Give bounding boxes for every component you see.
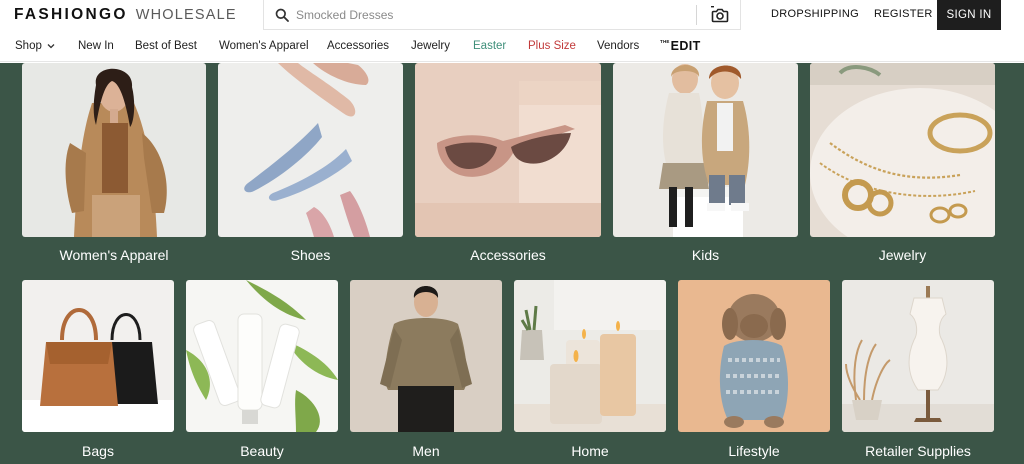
category-label[interactable]: Lifestyle xyxy=(678,443,830,459)
fashiongo-logo[interactable]: FASHIONGO WHOLESALE xyxy=(14,6,237,26)
nav-item-womens-apparel[interactable]: Women's Apparel xyxy=(219,40,309,52)
sign-in-button[interactable]: SIGN IN xyxy=(937,0,1001,30)
category-label[interactable]: Women's Apparel xyxy=(22,247,206,263)
category-tile-jewelry[interactable] xyxy=(810,63,995,237)
category-tile-shoes[interactable] xyxy=(218,63,403,237)
search-divider xyxy=(696,5,697,25)
nav-item-best-of-best[interactable]: Best of Best xyxy=(135,40,197,52)
accessories-image xyxy=(415,63,601,237)
category-tile-kids[interactable] xyxy=(613,63,798,237)
category-tile-retailer-supplies[interactable] xyxy=(842,280,994,432)
category-label[interactable]: Men xyxy=(350,443,502,459)
category-label[interactable]: Jewelry xyxy=(810,247,995,263)
category-tile-bags[interactable] xyxy=(22,280,174,432)
the-edit-word: EDIT xyxy=(670,39,701,53)
the-edit-small-text: THE xyxy=(660,39,670,44)
search-input[interactable] xyxy=(296,0,716,29)
nav-item-shop[interactable]: Shop xyxy=(15,40,55,52)
category-label[interactable]: Beauty xyxy=(186,443,338,459)
nav-item-easter[interactable]: Easter xyxy=(473,40,506,52)
category-tile-lifestyle[interactable] xyxy=(678,280,830,432)
nav-item-jewelry[interactable]: Jewelry xyxy=(411,40,450,52)
nav-item-vendors[interactable]: Vendors xyxy=(597,40,639,52)
retailer-supplies-image xyxy=(842,280,994,432)
category-label[interactable]: Home xyxy=(514,443,666,459)
category-grid: Women's Apparel Shoes Accessories Kids J… xyxy=(0,63,1024,464)
nav-item-plus-size[interactable]: Plus Size xyxy=(528,40,576,52)
bags-image xyxy=(22,280,174,432)
category-label[interactable]: Kids xyxy=(613,247,798,263)
chevron-down-icon xyxy=(47,44,55,49)
jewelry-image xyxy=(810,63,995,237)
category-tile-womens-apparel[interactable] xyxy=(22,63,206,237)
camera-search-icon[interactable] xyxy=(710,5,730,25)
search-icon[interactable] xyxy=(275,8,289,22)
search-bar xyxy=(263,0,741,30)
home-image xyxy=(514,280,666,432)
nav-item-the-edit[interactable]: THE EDIT xyxy=(660,39,701,53)
nav-item-accessories[interactable]: Accessories xyxy=(327,40,389,52)
category-label[interactable]: Retailer Supplies xyxy=(842,443,994,459)
category-label[interactable]: Shoes xyxy=(218,247,403,263)
category-tile-beauty[interactable] xyxy=(186,280,338,432)
lifestyle-image xyxy=(678,280,830,432)
kids-image xyxy=(613,63,798,237)
logo-sub-text: WHOLESALE xyxy=(135,7,237,23)
top-bar: FASHIONGO WHOLESALE DROPSHIPPING REGISTE… xyxy=(0,0,1024,32)
register-link[interactable]: REGISTER xyxy=(874,8,933,20)
main-nav: Shop New In Best of Best Women's Apparel… xyxy=(0,32,1024,62)
shoes-image xyxy=(218,63,403,237)
nav-item-new-in[interactable]: New In xyxy=(78,40,114,52)
womens-apparel-image xyxy=(22,63,206,237)
category-label[interactable]: Bags xyxy=(22,443,174,459)
category-tile-accessories[interactable] xyxy=(415,63,601,237)
category-tile-men[interactable] xyxy=(350,280,502,432)
category-tile-home[interactable] xyxy=(514,280,666,432)
men-image xyxy=(350,280,502,432)
category-label[interactable]: Accessories xyxy=(415,247,601,263)
nav-shop-label: Shop xyxy=(15,40,42,52)
logo-main-text: FASHIONGO xyxy=(14,6,128,23)
dropshipping-link[interactable]: DROPSHIPPING xyxy=(771,8,859,20)
beauty-image xyxy=(186,280,338,432)
